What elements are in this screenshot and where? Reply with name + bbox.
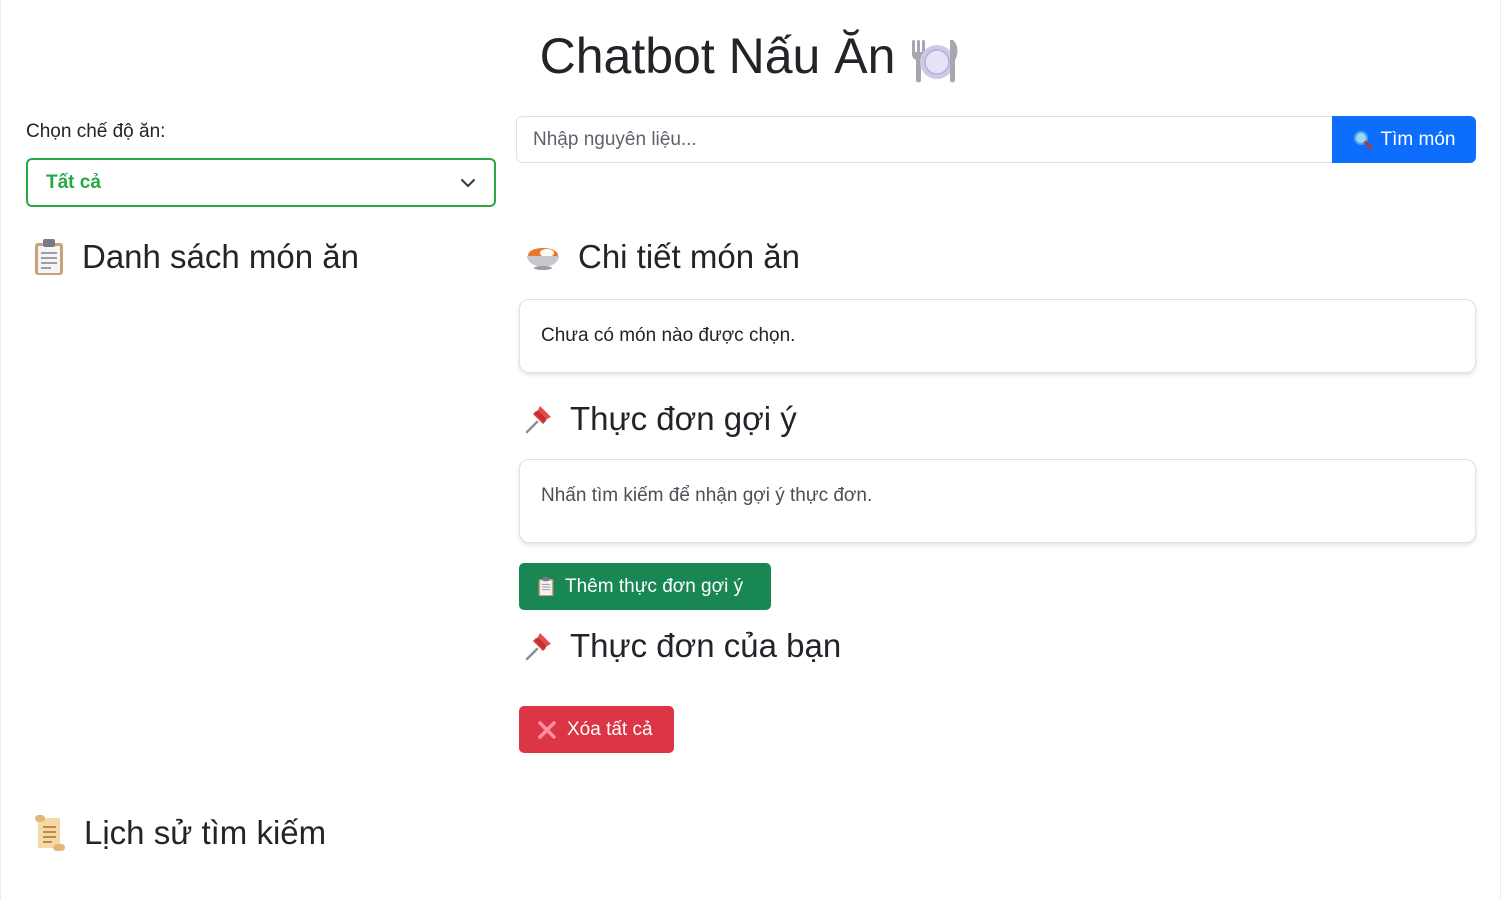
suggested-menu-hint: Nhấn tìm kiếm để nhận gợi ý thực đơn.: [541, 485, 873, 506]
suggested-menu-card: Nhấn tìm kiếm để nhận gợi ý thực đơn.: [519, 459, 1476, 543]
pushpin-icon: [524, 403, 554, 435]
diet-label: Chọn chế độ ăn:: [26, 121, 166, 142]
pushpin-icon: [524, 630, 554, 662]
add-suggested-menu-label: Thêm thực đơn gợi ý: [565, 575, 744, 597]
page-title: Chatbot Nấu Ăn: [0, 26, 1501, 86]
curry-bowl-icon: [524, 241, 562, 273]
diet-select-value: Tất cả: [46, 171, 101, 193]
clipboard-icon: [537, 576, 555, 597]
plate-fork-knife-icon: [909, 36, 961, 84]
diet-select[interactable]: Tất cả: [26, 158, 496, 207]
search-history-heading: Lịch sử tìm kiếm: [32, 814, 326, 852]
search-button[interactable]: Tìm món: [1332, 116, 1476, 163]
dish-detail-title: Chi tiết món ăn: [578, 238, 800, 275]
clipboard-icon: [32, 238, 66, 276]
search-history-title: Lịch sử tìm kiếm: [84, 814, 327, 851]
clear-all-button[interactable]: Xóa tất cả: [519, 706, 674, 753]
search-button-label: Tìm món: [1380, 128, 1456, 150]
page-title-text: Chatbot Nấu Ăn: [539, 28, 896, 84]
add-suggested-menu-button[interactable]: Thêm thực đơn gợi ý: [519, 563, 771, 610]
scroll-icon: [32, 814, 68, 852]
dish-detail-card: Chưa có món nào được chọn.: [519, 299, 1476, 373]
magnifier-icon: [1353, 130, 1373, 150]
dish-list-title: Danh sách món ăn: [82, 238, 360, 275]
dish-detail-heading: Chi tiết món ăn: [524, 238, 800, 276]
dish-detail-empty-text: Chưa có món nào được chọn.: [541, 325, 796, 346]
chevron-down-icon: [460, 175, 476, 191]
cross-mark-icon: [537, 720, 557, 740]
your-menu-title: Thực đơn của bạn: [570, 627, 842, 664]
clear-all-label: Xóa tất cả: [567, 718, 653, 740]
your-menu-heading: Thực đơn của bạn: [524, 627, 841, 665]
suggested-menu-title: Thực đơn gợi ý: [570, 400, 797, 437]
suggested-menu-heading: Thực đơn gợi ý: [524, 400, 797, 438]
ingredient-search-input[interactable]: [516, 116, 1334, 163]
dish-list-heading: Danh sách món ăn: [32, 238, 359, 276]
